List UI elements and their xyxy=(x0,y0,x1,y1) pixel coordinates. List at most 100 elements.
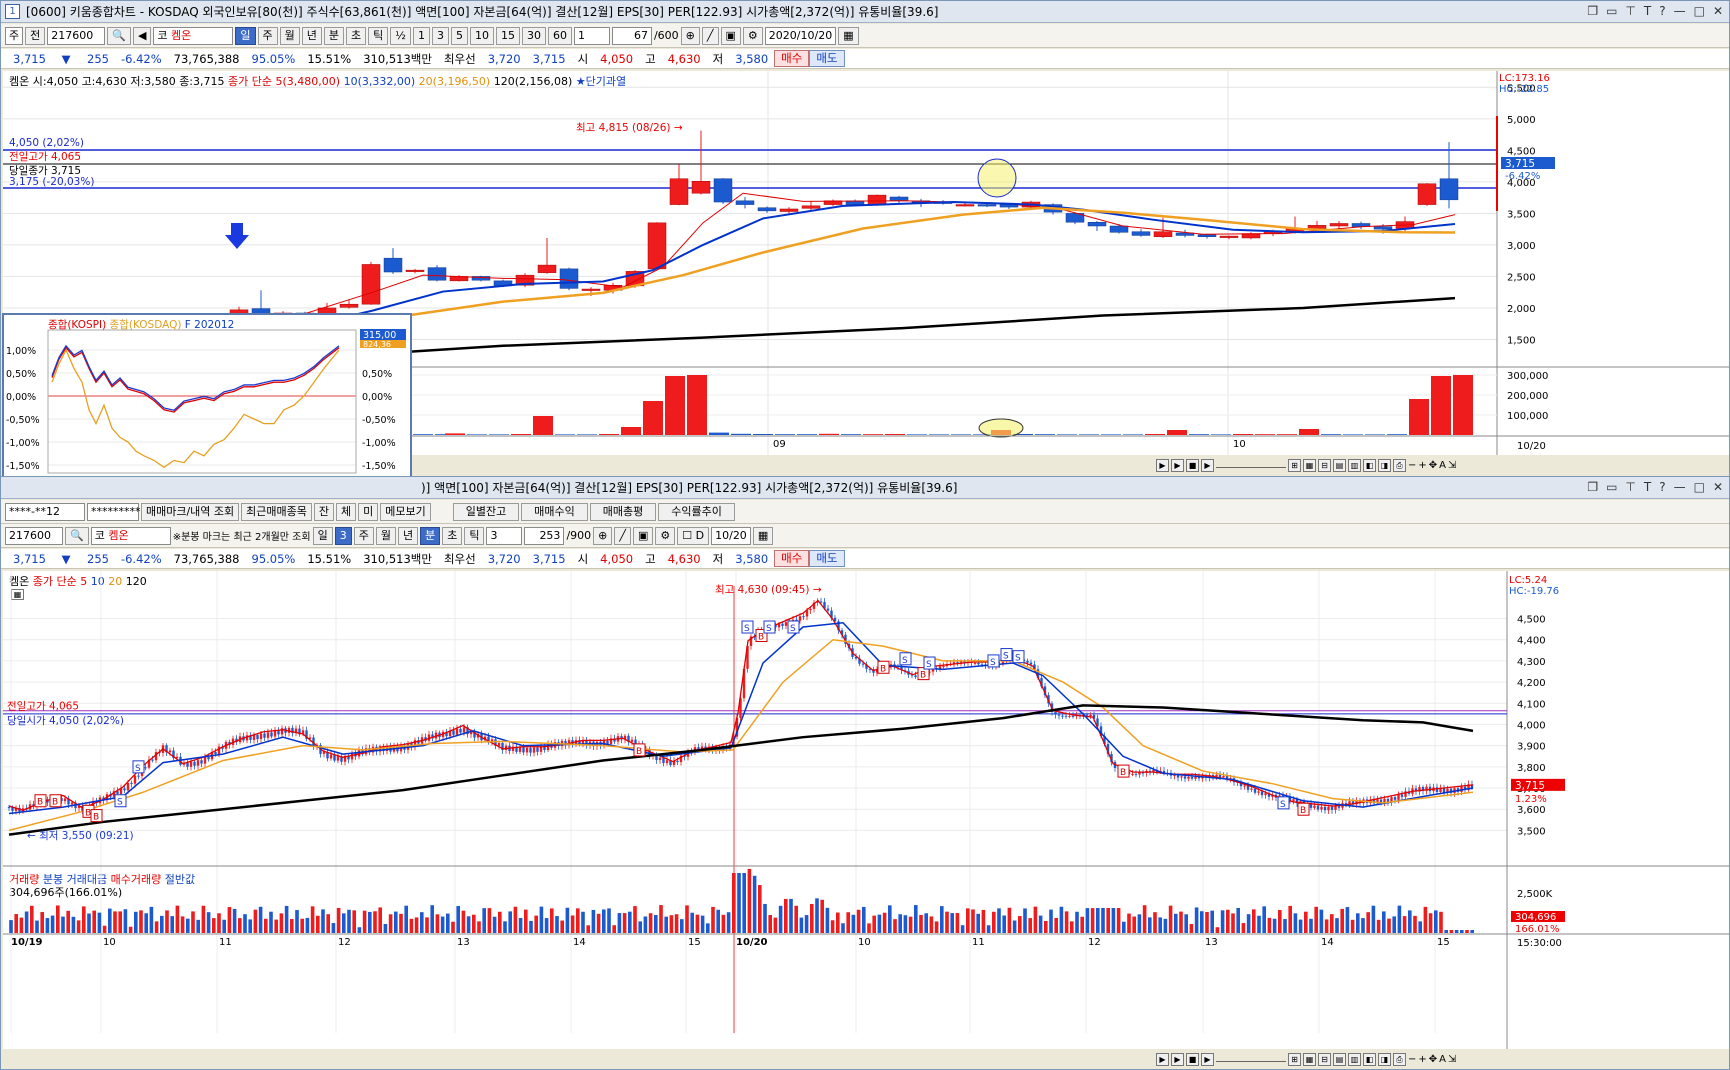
save-icon[interactable]: ▣ xyxy=(720,26,741,45)
m-scroll-next-icon[interactable]: ▶ xyxy=(1171,1052,1184,1066)
minute-calendar-icon[interactable]: ▦ xyxy=(752,526,774,545)
trade-mark-button[interactable]: 매매마크/내역 조회 xyxy=(141,502,240,521)
period-week[interactable]: 주 xyxy=(257,26,278,45)
m-zoom-out-icon[interactable]: − xyxy=(1408,1054,1416,1065)
settings-icon[interactable]: ⚙ xyxy=(742,26,763,45)
minute-settings-icon[interactable]: ⚙ xyxy=(655,526,676,545)
zoom-out-icon[interactable]: − xyxy=(1408,460,1416,471)
period-second[interactable]: 초 xyxy=(346,26,367,45)
interval-10[interactable]: 10 xyxy=(469,26,494,45)
minute-interval-select[interactable]: 3 xyxy=(486,526,523,545)
filled-button[interactable]: 체 xyxy=(336,502,357,521)
print-icon[interactable]: ⎙ xyxy=(1393,458,1406,472)
daily-scrollbar[interactable]: ▶ ▶ ■ ▶ ⊞ ▦ ⊟ ▤ ▥ ◧ ◨ ⎙ − + ✥ A ⇲ xyxy=(1156,457,1726,473)
minute-chart-area[interactable]: 켐온 종가 단순 5 10 20 120 ▦ 거래량 분봉 거래대금 매수거래량… xyxy=(3,571,1729,1049)
interval-30[interactable]: 30 xyxy=(521,26,546,45)
minute-period-day[interactable]: 일 xyxy=(312,526,333,545)
zoom-icon[interactable]: ⊞ xyxy=(1288,458,1301,472)
close-icon[interactable]: ✕ xyxy=(1713,4,1723,18)
period-year[interactable]: 년 xyxy=(301,26,322,45)
minute-stock-name[interactable]: 코 켐온 xyxy=(90,526,171,545)
m-analysis-icon[interactable]: ◧ xyxy=(1363,1052,1376,1066)
stock-name-field[interactable]: 코 켐온 xyxy=(153,26,234,45)
window-number[interactable]: 1 xyxy=(5,4,20,19)
daily-balance-button[interactable]: 일별잔고 xyxy=(452,502,520,521)
minimize-icon[interactable]: ▭ xyxy=(1606,4,1617,18)
trade-review-button[interactable]: 매매총평 xyxy=(589,502,657,521)
minute-period-tick[interactable]: 틱 xyxy=(464,526,485,545)
window-minimize-icon[interactable]: — xyxy=(1674,4,1686,18)
fit-icon[interactable]: ⇲ xyxy=(1448,460,1456,471)
m-grid-icon[interactable]: ▦ xyxy=(1303,1052,1316,1066)
analysis-icon[interactable]: ◧ xyxy=(1363,458,1376,472)
share-icon[interactable]: ◨ xyxy=(1378,458,1391,472)
m-scroll-stop-icon[interactable]: ■ xyxy=(1186,1052,1199,1066)
minute-period-month[interactable]: 월 xyxy=(375,526,396,545)
minimize2-icon[interactable]: ▭ xyxy=(1606,480,1617,494)
move-icon[interactable]: ✥ xyxy=(1429,460,1437,471)
account-select[interactable]: ****-**12 xyxy=(5,502,85,521)
period-minute[interactable]: 분 xyxy=(323,26,345,45)
chart-type-icon[interactable]: ▤ xyxy=(1333,458,1346,472)
interval-3[interactable]: 3 xyxy=(431,26,449,45)
m-scroll-slider[interactable] xyxy=(1216,1056,1286,1062)
sound-icon[interactable]: ◀ xyxy=(132,26,152,45)
close2-icon[interactable]: ✕ xyxy=(1713,480,1723,494)
m-chart-type-icon[interactable]: ▤ xyxy=(1333,1052,1346,1066)
window-minimize2-icon[interactable]: — xyxy=(1674,480,1686,494)
type-select[interactable]: 주 xyxy=(5,26,24,45)
minute-range-input[interactable]: 253 xyxy=(524,526,565,545)
period-month[interactable]: 월 xyxy=(279,26,300,45)
date-input[interactable]: 2020/10/20 xyxy=(764,26,837,45)
restore-icon[interactable]: ❐ xyxy=(1587,4,1598,18)
stock-code-input[interactable]: 217600 xyxy=(47,26,106,45)
m-share-icon[interactable]: ◨ xyxy=(1378,1052,1391,1066)
scroll-stop-icon[interactable]: ■ xyxy=(1186,458,1199,472)
sell-button[interactable]: 매도 xyxy=(809,50,845,67)
m-zoom-icon[interactable]: ⊞ xyxy=(1288,1052,1301,1066)
scroll-play-icon[interactable]: ▶ xyxy=(1156,458,1169,472)
index-overlay-chart[interactable]: 종합(KOSPI) 종합(KOSDAQ) F 202012 1,00% 0,50%… xyxy=(2,313,412,493)
password-input[interactable]: ********* xyxy=(87,502,141,521)
unfilled-button[interactable]: 미 xyxy=(358,502,379,521)
mode-button[interactable]: 전 xyxy=(25,26,46,45)
text-size-icon[interactable]: A xyxy=(1439,460,1446,471)
minute-chart-titlebar[interactable]: )] 액면[100] 자본금[64(억)] 결산[12월] EPS[30] PE… xyxy=(1,477,1729,499)
font-icon[interactable]: T xyxy=(1644,4,1651,18)
help-icon[interactable]: ? xyxy=(1659,4,1665,18)
minute-period-count[interactable]: 3 xyxy=(334,526,352,545)
help2-icon[interactable]: ? xyxy=(1659,480,1665,494)
m-fit-icon[interactable]: ⇲ xyxy=(1448,1054,1456,1065)
search-icon[interactable]: 🔍 xyxy=(107,26,131,45)
minute-search-icon[interactable]: 🔍 xyxy=(65,526,89,545)
m-scroll-end-icon[interactable]: ▶ xyxy=(1201,1052,1214,1066)
minute-line-icon[interactable]: ╱ xyxy=(614,526,631,545)
minute-crosshair-icon[interactable]: ⊕ xyxy=(593,526,613,545)
minute-sell-button[interactable]: 매도 xyxy=(809,550,845,567)
zoom-in-icon[interactable]: + xyxy=(1418,460,1426,471)
m-move-icon[interactable]: ✥ xyxy=(1429,1054,1437,1065)
scroll-next-icon[interactable]: ▶ xyxy=(1171,458,1184,472)
return-trend-button[interactable]: 수익률추이 xyxy=(658,502,735,521)
indicator-icon[interactable]: ▥ xyxy=(1348,458,1361,472)
crosshair-icon[interactable]: ⊕ xyxy=(680,26,700,45)
calendar-icon[interactable]: ▦ xyxy=(838,26,859,45)
trade-profit-button[interactable]: 매매수익 xyxy=(521,502,588,521)
minute-stock-code[interactable]: 217600 xyxy=(5,526,63,545)
interval-5[interactable]: 5 xyxy=(450,26,468,45)
m-scroll-play-icon[interactable]: ▶ xyxy=(1156,1052,1169,1066)
memo-button[interactable]: 메모보기 xyxy=(380,502,431,521)
minute-buy-button[interactable]: 매수 xyxy=(774,550,810,567)
count-select[interactable]: 1 xyxy=(573,26,610,45)
font2-icon[interactable]: T xyxy=(1644,480,1651,494)
grid-icon[interactable]: ▦ xyxy=(1303,458,1316,472)
buy-button[interactable]: 매수 xyxy=(774,50,810,67)
m-print-icon[interactable]: ⎙ xyxy=(1393,1052,1406,1066)
half-button[interactable]: ½ xyxy=(390,26,411,45)
period-tick[interactable]: 틱 xyxy=(368,26,389,45)
minute-period-minute[interactable]: 분 xyxy=(420,526,441,545)
minute-period-second[interactable]: 초 xyxy=(442,526,463,545)
m-zoom-in-icon[interactable]: + xyxy=(1418,1054,1426,1065)
minute-save-icon[interactable]: ▣ xyxy=(632,526,654,545)
minute-period-week[interactable]: 주 xyxy=(353,526,374,545)
